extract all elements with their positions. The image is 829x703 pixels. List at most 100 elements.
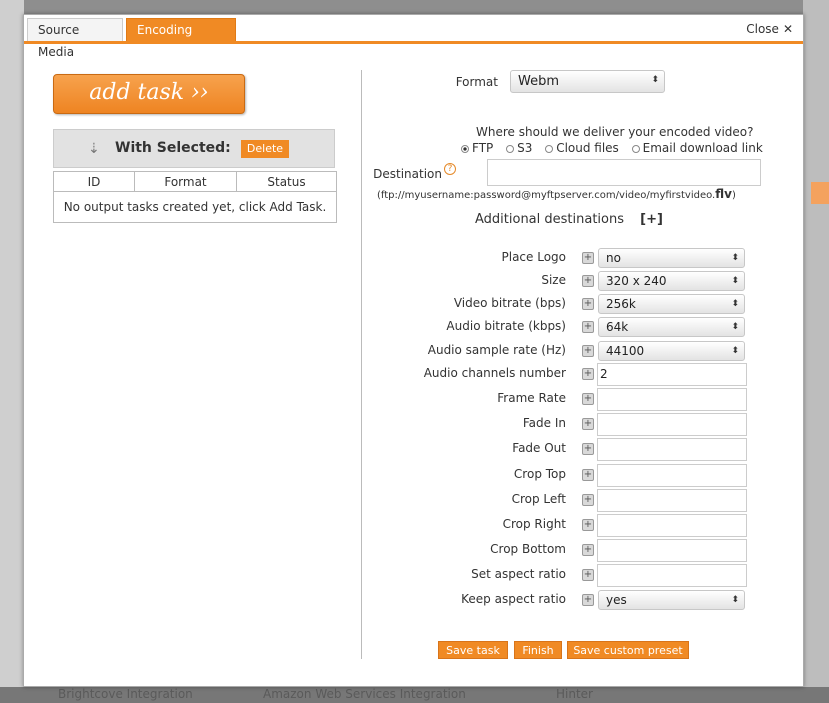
radio-dot-icon [631,144,640,153]
setting-select[interactable]: 256k ⬍ [598,294,745,314]
chevron-up-down-icon: ⬍ [731,253,739,263]
setting-input[interactable] [597,539,747,562]
setting-label: Crop Right [502,517,566,531]
radio-dot-icon [461,144,469,153]
setting-label: Place Logo [501,250,567,264]
setting-label: Frame Rate [497,391,566,405]
radio-s3[interactable]: S3 [506,141,532,155]
setting-select[interactable]: 44100 ⬍ [598,341,745,361]
background-link-hinter: Hinter [556,687,593,701]
setting-input[interactable]: 2 [597,363,747,386]
tasks-table: ID Format Status No output tasks created… [53,171,337,223]
setting-select-value: 320 x 240 [606,274,667,288]
setting-input[interactable] [597,489,747,512]
setting-select[interactable]: no ⬍ [598,248,745,268]
plus-icon[interactable]: + [582,298,594,310]
setting-label: Crop Top [513,467,566,481]
plus-icon[interactable]: + [582,393,594,405]
plus-icon[interactable]: + [582,494,594,506]
background-page-bottom: Brightcove Integration Amazon Web Servic… [0,687,829,703]
chevron-up-down-icon: ⬍ [731,276,739,286]
with-selected-bar: ⇣ With Selected: Delete [53,129,335,168]
chevron-up-down-icon: ⬍ [731,322,739,332]
setting-label: Audio sample rate (Hz) [427,343,566,357]
setting-label: Keep aspect ratio [461,592,566,606]
delete-button[interactable]: Delete [241,140,289,158]
plus-icon[interactable]: + [582,321,594,333]
setting-label: Crop Left [511,492,566,506]
plus-icon[interactable]: + [582,345,594,357]
radio-email-download-link[interactable]: Email download link [631,141,763,155]
close-button[interactable]: Close ✕ [746,22,793,36]
setting-input[interactable] [597,464,747,487]
background-link-aws: Amazon Web Services Integration [263,687,466,701]
radio-cloud-files[interactable]: Cloud files [545,141,619,155]
background-page-left [0,0,24,703]
setting-input[interactable] [597,388,747,411]
plus-icon[interactable]: + [582,252,594,264]
setting-label: Audio bitrate (kbps) [446,319,566,333]
save-task-button[interactable]: Save task [438,641,508,659]
help-icon[interactable]: ? [444,163,456,175]
destination-input[interactable] [487,159,761,186]
plus-icon[interactable]: + [582,594,594,606]
setting-select[interactable]: 64k ⬍ [598,317,745,337]
column-header-format: Format [134,171,237,192]
close-icon: ✕ [782,22,793,36]
destination-label: Destination [373,167,442,181]
chevron-up-down-icon: ⬍ [651,75,659,85]
plus-icon[interactable]: + [582,368,594,380]
setting-input[interactable] [597,413,747,436]
plus-icon[interactable]: + [582,443,594,455]
add-destination-button[interactable]: [+] [640,212,663,227]
destination-hint: (ftp://myusername:password@myftpserver.c… [377,187,736,201]
tab-encoding-tasks[interactable]: Encoding Tasks [126,18,236,59]
setting-label: Size [541,273,566,287]
background-page-right [803,0,829,703]
plus-icon[interactable]: + [582,275,594,287]
column-header-status: Status [236,171,337,192]
setting-select[interactable]: yes ⬍ [598,590,745,610]
setting-select-value: no [606,251,621,265]
plus-icon[interactable]: + [582,469,594,481]
finish-button[interactable]: Finish [514,641,562,659]
destination-hint-suffix: ) [731,190,736,201]
chevron-up-down-icon: ⬍ [731,595,739,605]
table-row: No output tasks created yet, click Add T… [53,191,337,223]
radio-ftp[interactable]: FTP [461,141,493,155]
setting-input[interactable] [597,514,747,537]
format-value: Webm [518,74,560,89]
format-label: Format [455,75,498,89]
destination-hint-prefix: (ftp://myusername:password@myftpserver.c… [377,190,716,201]
setting-select[interactable]: 320 x 240 ⬍ [598,271,745,291]
deliver-question: Where should we deliver your encoded vid… [476,125,754,139]
tab-source-media[interactable]: Source Media [27,18,123,59]
tab-bar: Source Media Encoding Tasks Close ✕ [24,15,803,59]
add-task-button[interactable]: add task ›› [53,74,245,114]
column-divider [361,70,362,659]
column-header-id: ID [53,171,135,192]
additional-destinations-label: Additional destinations [475,212,625,227]
save-custom-preset-button[interactable]: Save custom preset [567,641,689,659]
setting-select-value: 64k [606,320,629,334]
radio-label: S3 [517,141,533,155]
table-header-row: ID Format Status [53,171,337,192]
close-label: Close [746,22,779,36]
delivery-radio-group: FTP S3 Cloud files Email download link [461,141,772,155]
empty-table-message: No output tasks created yet, click Add T… [53,191,337,223]
radio-dot-icon [545,144,554,153]
plus-icon[interactable]: + [582,519,594,531]
plus-icon[interactable]: + [582,569,594,581]
setting-label: Fade Out [512,441,566,455]
setting-select-value: 44100 [606,344,645,358]
setting-label: Audio channels number [423,366,566,380]
format-select[interactable]: Webm ⬍ [510,70,665,93]
background-link-brightcove: Brightcove Integration [58,687,193,701]
setting-input[interactable] [597,438,747,461]
plus-icon[interactable]: + [582,544,594,556]
plus-icon[interactable]: + [582,418,594,430]
background-orange-block [811,182,829,204]
radio-label: Cloud files [556,141,619,155]
additional-destinations: Additional destinations [+] [475,212,663,227]
setting-input[interactable] [597,564,747,587]
